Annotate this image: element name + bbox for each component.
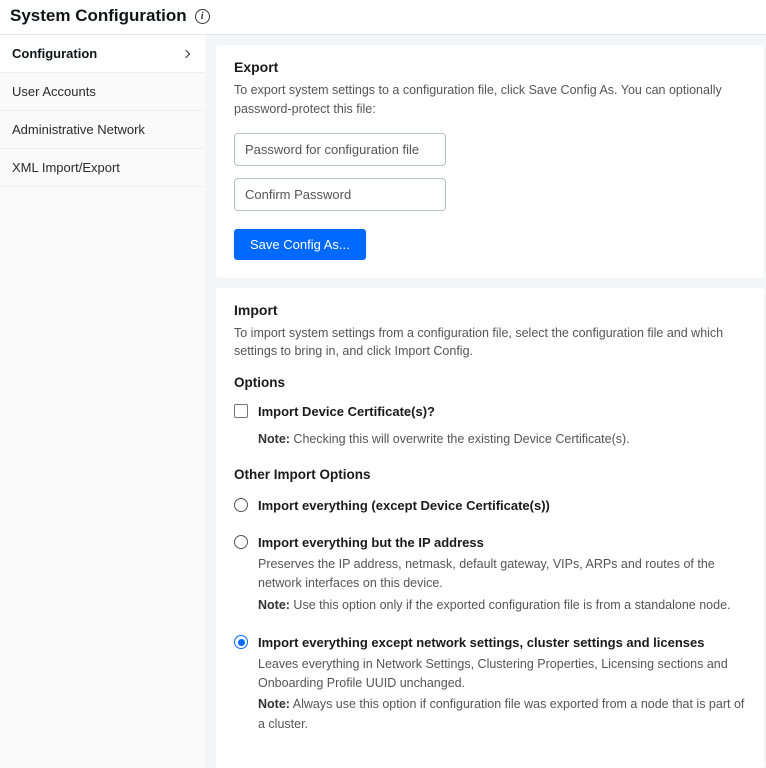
export-title: Export — [234, 59, 746, 75]
export-card: Export To export system settings to a co… — [216, 45, 764, 278]
save-config-as-button[interactable]: Save Config As... — [234, 229, 366, 260]
sidebar-item-label: Administrative Network — [12, 122, 145, 137]
confirm-password-input[interactable] — [234, 178, 446, 211]
import-options-title: Options — [234, 375, 746, 390]
chevron-right-icon — [182, 49, 190, 57]
import-everything-option: Import everything (except Device Certifi… — [234, 494, 746, 518]
import-description: To import system settings from a configu… — [234, 324, 746, 362]
sidebar-item-administrative-network[interactable]: Administrative Network — [0, 111, 205, 149]
import-except-network-radio[interactable] — [234, 635, 248, 649]
import-certs-note: Note: Checking this will overwrite the e… — [258, 430, 746, 449]
import-title: Import — [234, 302, 746, 318]
sidebar: Configuration User Accounts Administrati… — [0, 35, 206, 768]
main-content: Export To export system settings to a co… — [206, 35, 766, 768]
import-except-ip-desc: Preserves the IP address, netmask, defau… — [258, 555, 746, 594]
sidebar-item-user-accounts[interactable]: User Accounts — [0, 73, 205, 111]
import-except-network-label: Import everything except network setting… — [258, 633, 746, 653]
import-certs-label: Import Device Certificate(s)? — [258, 402, 746, 422]
other-import-options-title: Other Import Options — [234, 467, 746, 482]
import-except-network-note: Note: Always use this option if configur… — [258, 695, 746, 734]
sidebar-item-label: XML Import/Export — [12, 160, 120, 175]
import-scope-radio-group: Import everything (except Device Certifi… — [234, 494, 746, 736]
info-icon[interactable]: i — [195, 9, 210, 24]
export-description: To export system settings to a configura… — [234, 81, 746, 119]
sidebar-item-configuration[interactable]: Configuration — [0, 35, 205, 73]
import-except-network-option: Import everything except network setting… — [234, 631, 746, 736]
import-card: Import To import system settings from a … — [216, 288, 764, 768]
page-title: System Configuration — [10, 6, 187, 26]
import-except-network-desc: Leaves everything in Network Settings, C… — [258, 655, 746, 694]
sidebar-item-label: Configuration — [12, 46, 97, 61]
import-except-ip-option: Import everything but the IP address Pre… — [234, 531, 746, 617]
page-header: System Configuration i — [0, 0, 766, 34]
import-except-ip-note: Note: Use this option only if the export… — [258, 596, 746, 615]
import-everything-radio[interactable] — [234, 498, 248, 512]
config-password-input[interactable] — [234, 133, 446, 166]
sidebar-item-label: User Accounts — [12, 84, 96, 99]
sidebar-item-xml-import-export[interactable]: XML Import/Export — [0, 149, 205, 187]
import-except-ip-label: Import everything but the IP address — [258, 533, 746, 553]
import-certs-option: Import Device Certificate(s)? — [234, 400, 746, 424]
import-except-ip-radio[interactable] — [234, 535, 248, 549]
import-everything-label: Import everything (except Device Certifi… — [258, 496, 746, 516]
import-certs-checkbox[interactable] — [234, 404, 248, 418]
